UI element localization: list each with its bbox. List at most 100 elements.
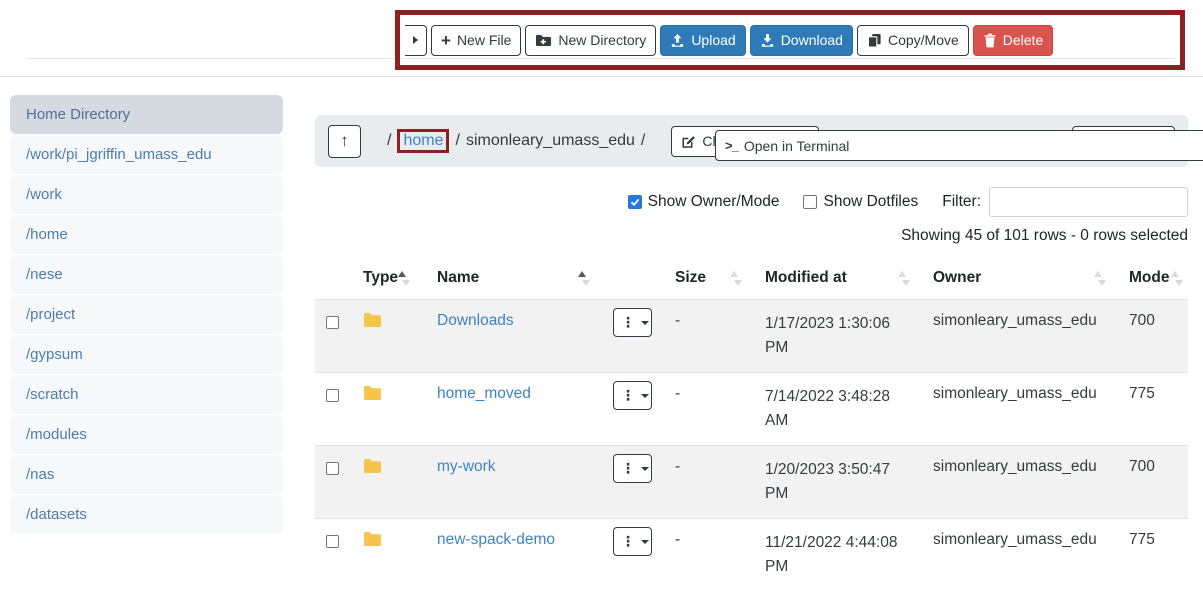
new-file-label: New File xyxy=(457,32,511,48)
show-owner-mode-checkbox[interactable] xyxy=(628,195,642,209)
copy-move-button[interactable]: Copy/Move xyxy=(857,25,969,56)
edit-icon xyxy=(681,134,696,149)
file-mode: 700 xyxy=(1129,312,1188,330)
sidebar-item-home-directory[interactable]: Home Directory xyxy=(10,95,283,134)
sort-arrows-mode[interactable] xyxy=(1171,270,1182,287)
filter-label: Filter: xyxy=(942,193,981,211)
sidebar-item-home[interactable]: /home xyxy=(10,215,283,254)
copy-move-label: Copy/Move xyxy=(888,32,959,48)
column-header-mode[interactable]: Mode xyxy=(1129,269,1188,287)
sort-arrows-modified[interactable] xyxy=(898,270,909,287)
file-mode: 700 xyxy=(1129,458,1188,476)
copy-icon xyxy=(867,33,882,48)
sidebar-item-gypsum[interactable]: /gypsum xyxy=(10,335,283,374)
open-in-terminal-label: Open in Terminal xyxy=(744,138,850,154)
column-header-name[interactable]: Name xyxy=(437,269,613,287)
go-up-directory-button[interactable]: ↑ xyxy=(328,125,361,158)
caret-down-icon xyxy=(641,394,649,398)
sidebar-item-nas[interactable]: /nas xyxy=(10,455,283,494)
file-name-link[interactable]: new-spack-demo xyxy=(437,531,555,548)
caret-down-icon xyxy=(641,321,649,325)
download-label: Download xyxy=(781,32,843,48)
folder-icon xyxy=(363,385,382,400)
file-name-link[interactable]: Downloads xyxy=(437,312,514,329)
file-name-link[interactable]: my-work xyxy=(437,458,496,475)
file-modified: 1/17/2023 1:30:06 PM xyxy=(765,312,933,360)
new-file-button[interactable]: + New File xyxy=(431,25,521,56)
row-checkbox[interactable] xyxy=(326,316,339,329)
show-dotfiles-group: Show Dotfiles xyxy=(803,193,918,211)
column-header-owner[interactable]: Owner xyxy=(933,269,1129,287)
file-modified: 11/21/2022 4:44:08 PM xyxy=(765,531,933,579)
download-button[interactable]: Download xyxy=(750,25,853,56)
sort-arrows-type[interactable] xyxy=(398,270,409,287)
filter-input[interactable] xyxy=(989,187,1188,217)
file-size: - xyxy=(675,531,765,549)
sort-arrows-name[interactable] xyxy=(578,270,589,287)
row-actions-dropdown[interactable]: ⋮ xyxy=(613,381,652,410)
delete-button[interactable]: Delete xyxy=(973,25,1053,56)
sidebar-item-datasets[interactable]: /datasets xyxy=(10,495,283,534)
folder-icon xyxy=(363,531,382,546)
column-header-modified[interactable]: Modified at xyxy=(765,269,933,287)
row-actions-dropdown[interactable]: ⋮ xyxy=(613,454,652,483)
file-owner: simonleary_umass_edu xyxy=(933,385,1129,403)
breadcrumb-link-home[interactable]: home xyxy=(397,129,449,153)
file-owner: simonleary_umass_edu xyxy=(933,531,1129,549)
row-checkbox[interactable] xyxy=(326,535,339,548)
open-in-terminal-split-button: >_ Open in Terminal xyxy=(405,25,427,56)
kebab-icon: ⋮ xyxy=(621,533,635,550)
breadcrumb-current-dir: simonleary_umass_edu xyxy=(466,132,635,150)
sidebar-item-scratch[interactable]: /scratch xyxy=(10,375,283,414)
filter-row: Show Owner/Mode Show Dotfiles Filter: xyxy=(315,186,1188,217)
file-browser-main: ↑ / home / simonleary_umass_edu / Change… xyxy=(315,115,1188,592)
kebab-icon: ⋮ xyxy=(621,314,635,331)
breadcrumb: / home / simonleary_umass_edu / xyxy=(387,129,645,153)
upload-button[interactable]: Upload xyxy=(660,25,745,56)
plus-icon: + xyxy=(441,32,451,49)
check-icon xyxy=(630,197,640,207)
table-row: my-work ⋮ - 1/20/2023 3:50:47 PM simonle… xyxy=(315,446,1188,519)
caret-right-icon xyxy=(413,36,418,44)
open-in-terminal-dropdown-toggle[interactable] xyxy=(405,25,427,56)
new-directory-button[interactable]: New Directory xyxy=(525,25,656,56)
folder-icon xyxy=(363,312,382,327)
file-name-link[interactable]: home_moved xyxy=(437,385,531,402)
breadcrumb-separator: / xyxy=(455,132,459,150)
caret-down-icon xyxy=(641,467,649,471)
file-size: - xyxy=(675,312,765,330)
delete-label: Delete xyxy=(1003,32,1043,48)
file-modified: 7/14/2022 3:48:28 AM xyxy=(765,385,933,433)
show-dotfiles-checkbox[interactable] xyxy=(803,195,817,209)
breadcrumb-separator: / xyxy=(387,132,391,150)
row-checkbox[interactable] xyxy=(326,389,339,402)
sidebar-item-modules[interactable]: /modules xyxy=(10,415,283,454)
sidebar-item-work[interactable]: /work xyxy=(10,175,283,214)
directory-sidebar: Home Directory /work/pi_jgriffin_umass_e… xyxy=(10,95,283,535)
file-owner: simonleary_umass_edu xyxy=(933,458,1129,476)
folder-icon xyxy=(363,458,382,473)
sidebar-item-project[interactable]: /project xyxy=(10,295,283,334)
upload-label: Upload xyxy=(691,32,735,48)
sort-arrows-size[interactable] xyxy=(730,270,741,287)
column-header-type[interactable]: Type xyxy=(363,269,437,287)
column-header-size[interactable]: Size xyxy=(675,269,765,287)
page-divider xyxy=(0,76,1203,77)
table-row: Downloads ⋮ - 1/17/2023 1:30:06 PM simon… xyxy=(315,300,1188,373)
sidebar-item-nese[interactable]: /nese xyxy=(10,255,283,294)
terminal-icon: >_ xyxy=(725,138,738,153)
file-mode: 775 xyxy=(1129,531,1188,549)
sort-arrows-owner[interactable] xyxy=(1094,270,1105,287)
sidebar-item-work-pi-jgriffin[interactable]: /work/pi_jgriffin_umass_edu xyxy=(10,135,283,174)
file-size: - xyxy=(675,458,765,476)
show-owner-mode-group: Show Owner/Mode xyxy=(628,193,780,211)
table-row: home_moved ⋮ - 7/14/2022 3:48:28 AM simo… xyxy=(315,373,1188,446)
row-checkbox[interactable] xyxy=(326,462,339,475)
show-owner-mode-label: Show Owner/Mode xyxy=(648,193,780,211)
filter-group: Filter: xyxy=(942,187,1188,217)
rows-status-text: Showing 45 of 101 rows - 0 rows selected xyxy=(315,227,1188,245)
open-in-terminal-button[interactable]: >_ Open in Terminal xyxy=(715,130,1203,161)
row-actions-dropdown[interactable]: ⋮ xyxy=(613,308,652,337)
kebab-icon: ⋮ xyxy=(621,460,635,477)
row-actions-dropdown[interactable]: ⋮ xyxy=(613,527,652,556)
